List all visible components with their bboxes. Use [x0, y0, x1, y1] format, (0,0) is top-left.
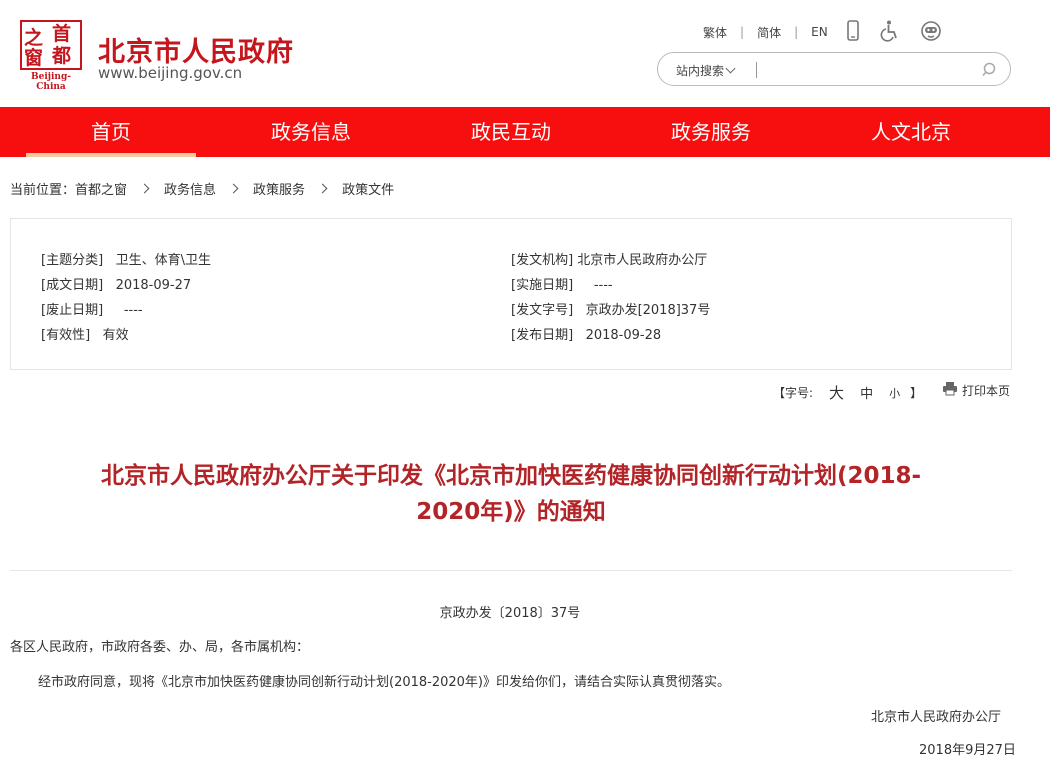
meta-doc-number: [发文字号] 京政办发[2018]37号 — [511, 299, 710, 318]
meta-issuer: [发文机构] 北京市人民政府办公厅 — [511, 249, 707, 268]
site-logo[interactable]: 之 首 窗 都 Beijing-China — [18, 20, 84, 92]
chevron-right-icon — [228, 183, 239, 193]
font-size-medium-button[interactable]: 中 — [860, 383, 873, 402]
divider — [756, 62, 757, 78]
font-size-control: 【字号: 大 中 小 】 — [773, 382, 922, 403]
site-search: 站内搜索 — [657, 52, 1011, 86]
meta-value: 2018-09-28 — [585, 328, 662, 343]
language-links: 繁体 | 简体 | EN — [690, 22, 841, 42]
meta-value: 卫生、体育\卫生 — [115, 253, 211, 268]
meta-publish-date: [发布日期] 2018-09-28 — [511, 324, 661, 343]
meta-label: [发文字号] — [511, 303, 574, 318]
meta-value: 有效 — [102, 328, 129, 343]
search-icon[interactable] — [980, 61, 998, 79]
robot-icon[interactable] — [919, 19, 941, 43]
breadcrumb-item[interactable]: 政策服务 — [253, 179, 305, 198]
nav-item-services[interactable]: 政务服务 — [626, 107, 796, 157]
search-input[interactable] — [762, 59, 966, 81]
article-title-line: 北京市人民政府办公厅关于印发《北京市加快医药健康协同创新行动计划(2018- — [100, 463, 922, 489]
meta-value: 2018-09-27 — [115, 278, 192, 293]
search-scope-label: 站内搜索 — [676, 64, 725, 78]
nav-item-interaction[interactable]: 政民互动 — [426, 107, 596, 157]
font-size-large-button[interactable]: 大 — [829, 382, 844, 403]
breadcrumb: 当前位置： 首都之窗 政务信息 政策服务 政策文件 — [10, 178, 394, 198]
meta-written-date: [成文日期] 2018-09-27 — [41, 274, 191, 293]
print-label: 打印本页 — [962, 383, 1011, 398]
salutation: 各区人民政府，市政府各委、办、局，各市属机构： — [10, 640, 310, 655]
lang-traditional-link[interactable]: 繁体 — [690, 24, 740, 41]
lang-simplified-link[interactable]: 简体 — [744, 24, 794, 41]
divider — [10, 570, 1012, 571]
chevron-right-icon — [317, 183, 328, 193]
meta-label: [废止日期] — [41, 303, 104, 318]
nav-item-home[interactable]: 首页 — [26, 107, 196, 157]
meta-value: ---- — [593, 278, 613, 293]
printer-icon — [942, 381, 958, 399]
font-size-small-button[interactable]: 小 — [889, 385, 900, 401]
logo-char: 首 — [52, 23, 72, 45]
breadcrumb-item[interactable]: 首都之窗 — [75, 179, 127, 198]
meta-value: 北京市人民政府办公厅 — [577, 253, 708, 268]
logo-char: 之 — [24, 27, 44, 49]
doc-number: 京政办发〔2018〕37号 — [439, 606, 581, 621]
main-nav: 首页 政务信息 政民互动 政务服务 人文北京 — [0, 107, 1050, 157]
chevron-down-icon — [725, 63, 736, 74]
meta-label: [主题分类] — [41, 253, 104, 268]
print-button[interactable]: 打印本页 — [942, 381, 1010, 399]
article-body: 经市政府同意，现将《北京市加快医药健康协同创新行动计划(2018-2020年)》… — [38, 675, 731, 690]
meta-topic: [主题分类] 卫生、体育\卫生 — [41, 249, 211, 268]
meta-label: [发文机构] — [511, 253, 574, 268]
meta-label: [实施日期] — [511, 278, 574, 293]
nav-item-culture[interactable]: 人文北京 — [826, 107, 996, 157]
meta-value: 京政办发[2018]37号 — [585, 303, 711, 318]
meta-expiry-date: [废止日期] ---- — [41, 299, 143, 318]
article-title: 北京市人民政府办公厅关于印发《北京市加快医药健康协同创新行动计划(2018- 2… — [30, 458, 992, 530]
meta-validity: [有效性] 有效 — [41, 324, 129, 343]
mobile-icon[interactable] — [842, 19, 864, 43]
issue-date: 2018年9月27日 — [919, 743, 1016, 758]
nav-item-gov-info[interactable]: 政务信息 — [226, 107, 396, 157]
logo-english: Beijing-China — [31, 72, 71, 92]
logo-char: 都 — [52, 45, 72, 67]
chevron-right-icon — [139, 183, 150, 193]
font-size-label: 【字号: — [773, 386, 814, 400]
meta-effective-date: [实施日期] ---- — [511, 274, 613, 293]
breadcrumb-prefix: 当前位置： — [10, 182, 76, 198]
lang-english-link[interactable]: EN — [798, 25, 841, 39]
document-meta-box: [主题分类] 卫生、体育\卫生 [成文日期] 2018-09-27 [废止日期]… — [10, 218, 1012, 370]
logo-char: 窗 — [24, 47, 44, 69]
accessibility-icon[interactable] — [880, 19, 902, 43]
meta-label: [成文日期] — [41, 278, 104, 293]
site-url[interactable]: www.beijing.gov.cn — [98, 64, 242, 82]
breadcrumb-item[interactable]: 政策文件 — [342, 179, 394, 198]
font-size-close: 】 — [910, 386, 923, 400]
meta-label: [发布日期] — [511, 328, 574, 343]
article-title-line: 2020年)》的通知 — [416, 499, 606, 525]
breadcrumb-item[interactable]: 政务信息 — [164, 179, 216, 198]
search-scope-dropdown[interactable]: 站内搜索 — [676, 62, 736, 79]
issuer-signature: 北京市人民政府办公厅 — [871, 710, 1002, 725]
meta-label: [有效性] — [41, 328, 91, 343]
meta-value: ---- — [123, 303, 143, 318]
